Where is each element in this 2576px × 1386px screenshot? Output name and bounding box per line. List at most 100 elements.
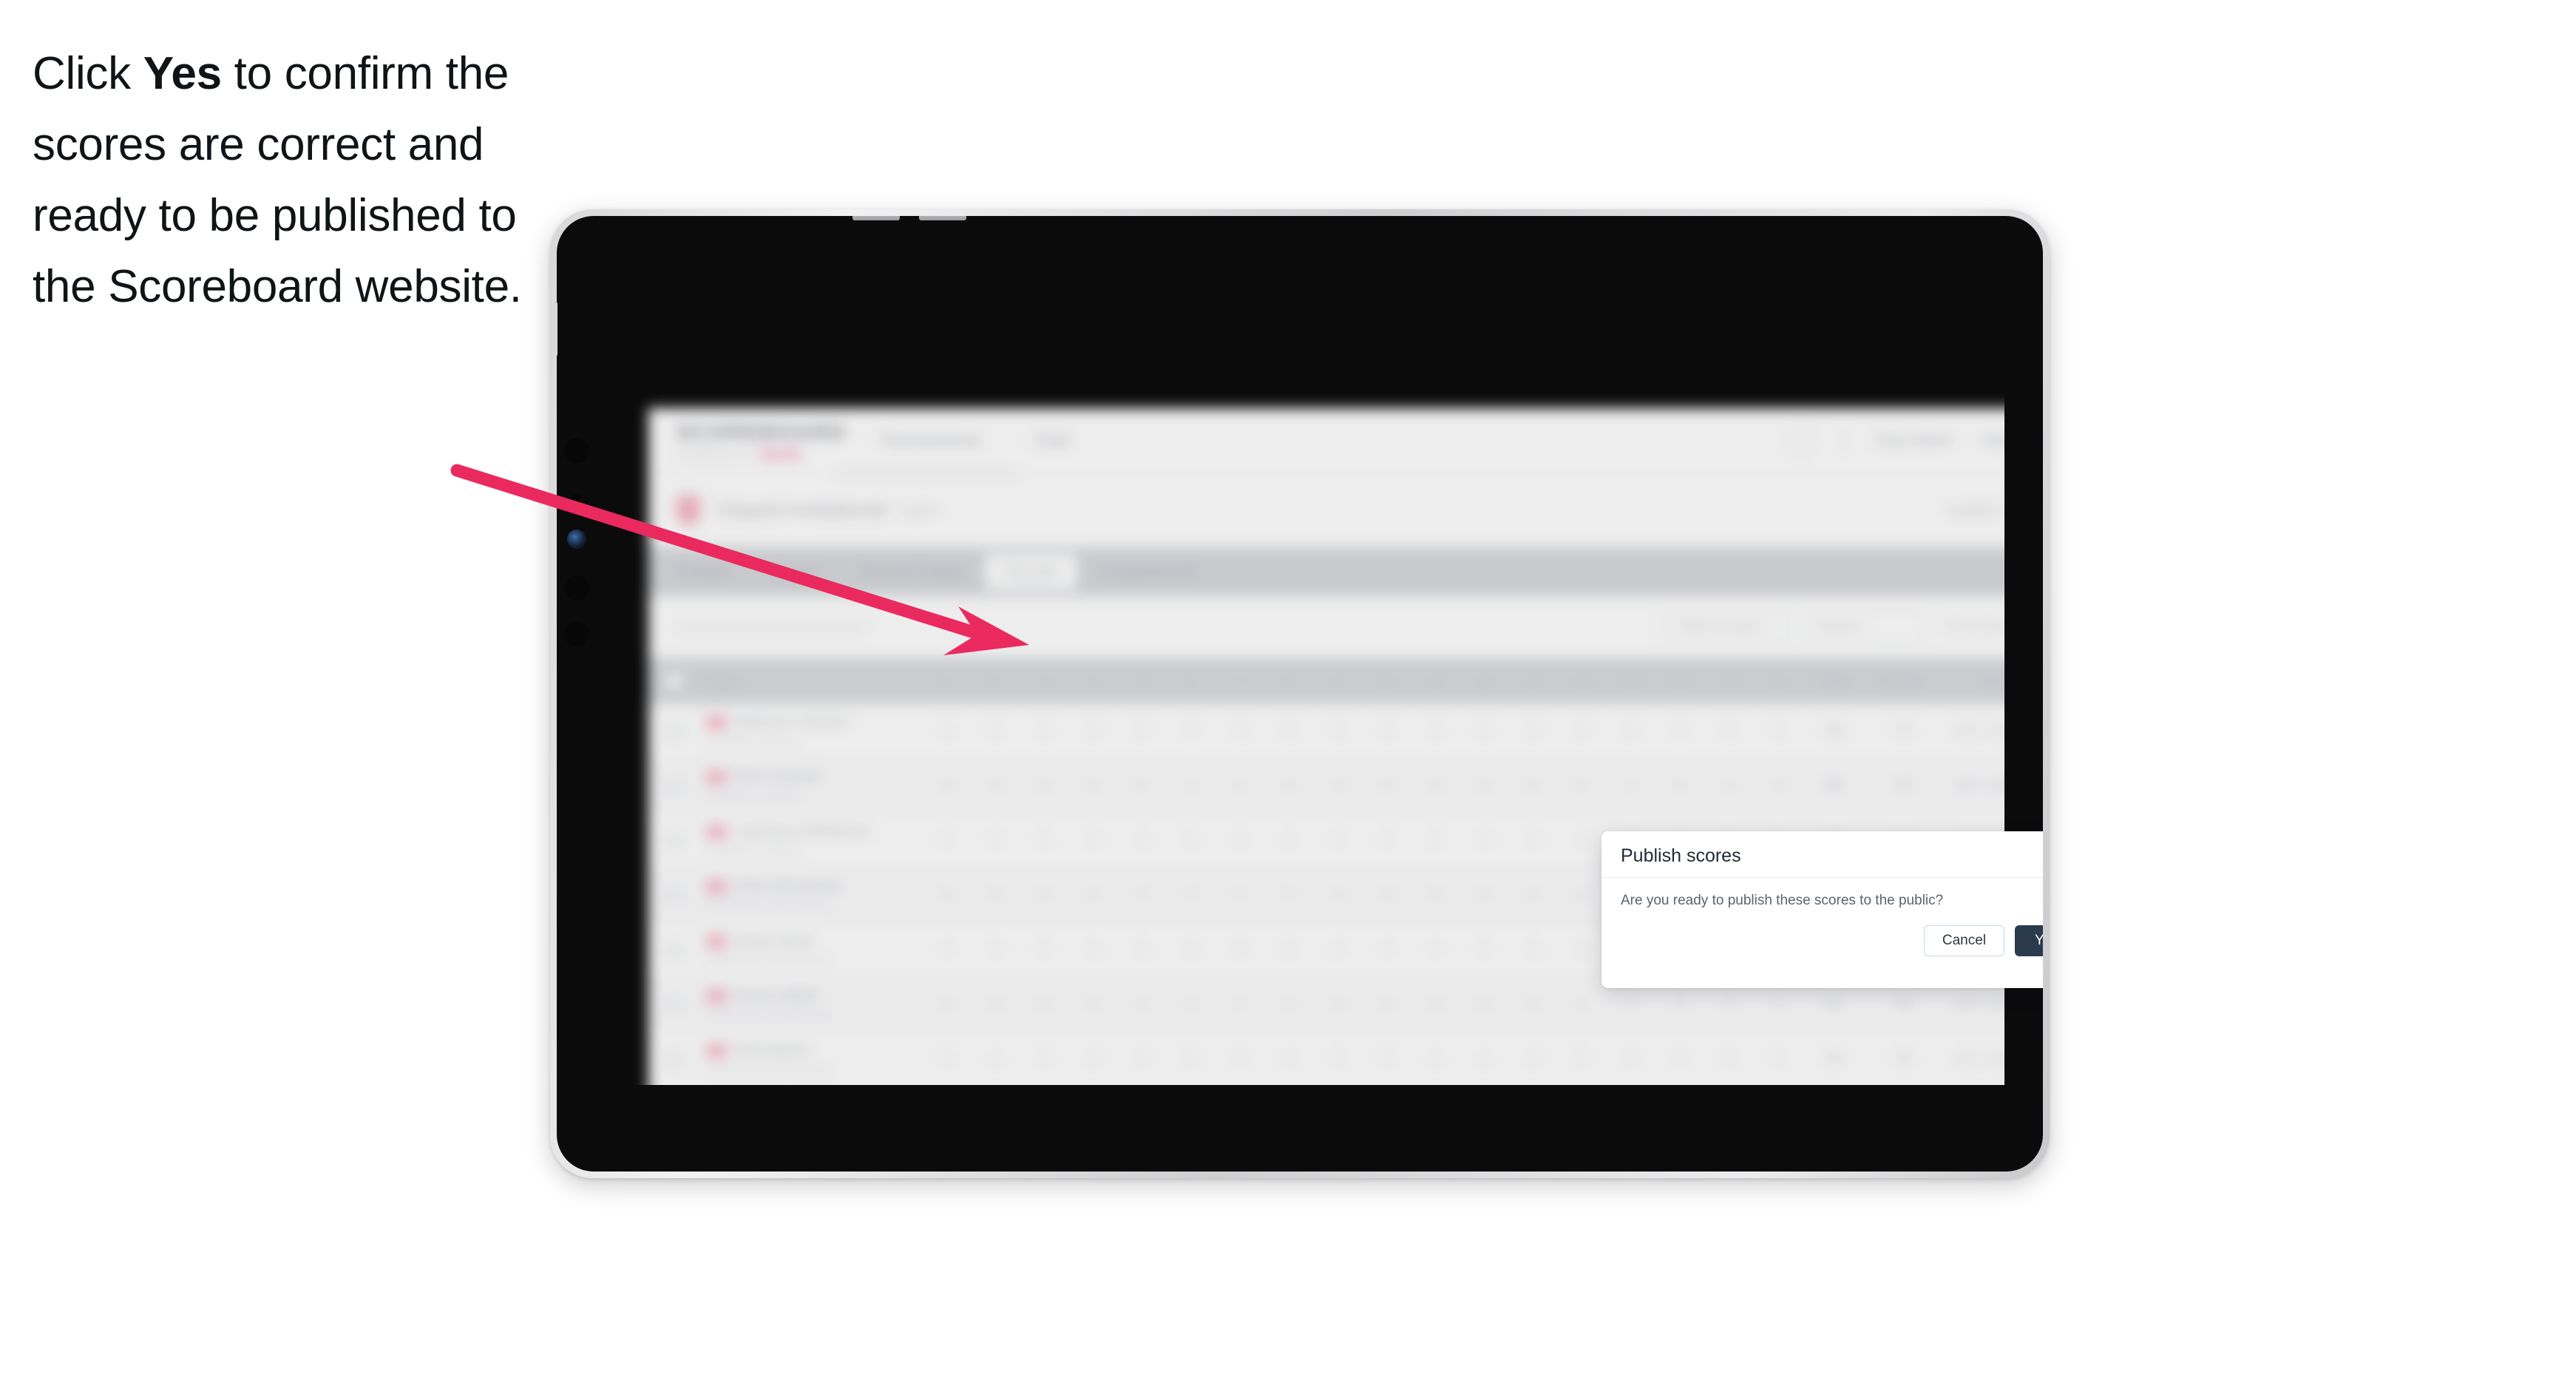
score-cell-hole-7[interactable]: 4	[1216, 997, 1264, 1013]
score-cell-hole-1[interactable]: 5	[922, 1052, 971, 1068]
filter-select[interactable]: Filter by team	[1662, 610, 1787, 644]
score-cell-hole-2[interactable]: 4	[971, 997, 1020, 1013]
score-cell-hole-13[interactable]: 4	[1508, 1052, 1557, 1068]
app-logo[interactable]: SCOREBOARD POWERED BY	[677, 421, 844, 461]
score-cell-hole-11[interactable]: 3	[1411, 833, 1460, 849]
volume-up-button[interactable]	[853, 216, 900, 220]
volume-down-button[interactable]	[919, 216, 966, 220]
publish-scores-dialog[interactable]: Publish scores ✕ Are you ready to publis…	[1601, 831, 2043, 988]
score-cell-hole-2[interactable]: 5	[971, 723, 1020, 740]
score-cell-hole-18[interactable]: 3	[1753, 778, 1802, 794]
score-cell-hole-7[interactable]: 3	[1216, 723, 1264, 740]
nav-item-club[interactable]: Club	[1034, 430, 1070, 451]
score-cell-hole-9[interactable]: 4	[1313, 833, 1362, 849]
score-cell-hole-11[interactable]: 4	[1411, 942, 1460, 959]
score-cell-hole-17[interactable]: 5	[1704, 997, 1753, 1013]
score-cell-hole-1[interactable]: 5	[922, 888, 971, 904]
score-cell-hole-8[interactable]: 5	[1264, 997, 1313, 1013]
row-checkbox[interactable]	[648, 722, 700, 740]
table-row[interactable]: Piers Russell Cheshire Crickets 5 4 4 3 5 4 4 5 3 4…	[648, 759, 2004, 814]
score-cell-hole-7[interactable]: 5	[1216, 942, 1264, 959]
score-cell-hole-17[interactable]: 4	[1704, 778, 1753, 794]
score-cell-hole-12[interactable]: 4	[1460, 833, 1508, 849]
score-cell-hole-13[interactable]: 3	[1508, 942, 1557, 959]
search-input[interactable]: Search	[1803, 610, 1928, 644]
score-cell-hole-3[interactable]: 4	[1020, 997, 1068, 1013]
score-cell-hole-12[interactable]: 4	[1460, 888, 1508, 904]
score-cell-hole-9[interactable]: 4	[1313, 997, 1362, 1013]
score-cell-hole-5[interactable]: 4	[1117, 833, 1166, 849]
score-cell-hole-16[interactable]: 5	[1655, 778, 1704, 794]
score-cell-hole-10[interactable]: 4	[1362, 723, 1411, 740]
score-cell-hole-16[interactable]: 3	[1655, 997, 1704, 1013]
header-menu-label[interactable]: Menu	[1983, 432, 2004, 450]
score-cell-hole-14[interactable]: 4	[1557, 942, 1606, 959]
nav-item-tournaments[interactable]: Tournaments	[879, 430, 982, 451]
score-cell-hole-14[interactable]: 5	[1557, 1052, 1606, 1068]
score-cell-hole-12[interactable]: 4	[1460, 1052, 1508, 1068]
sort-order-control[interactable]: Sort order	[1944, 619, 2004, 635]
score-cell-hole-5[interactable]: 5	[1117, 723, 1166, 740]
score-cell-hole-6[interactable]: 4	[1167, 888, 1216, 904]
score-cell-hole-10[interactable]: 5	[1362, 1052, 1411, 1068]
score-cell-hole-10[interactable]: 5	[1362, 833, 1411, 849]
score-cell-hole-2[interactable]: 3	[971, 942, 1020, 959]
score-cell-hole-17[interactable]: 4	[1704, 1052, 1753, 1068]
score-cell-hole-15[interactable]: 4	[1607, 997, 1655, 1013]
score-cell-hole-8[interactable]: 5	[1264, 778, 1313, 794]
score-cell-hole-1[interactable]: 4	[922, 997, 971, 1013]
score-cell-hole-6[interactable]: 4	[1167, 942, 1216, 959]
tab-details[interactable]: Details	[660, 554, 748, 589]
score-cell-hole-5[interactable]: 4	[1117, 942, 1166, 959]
tab-games-today[interactable]: Games Today	[842, 554, 980, 589]
score-cell-hole-15[interactable]: 4	[1607, 778, 1655, 794]
score-cell-hole-18[interactable]: 4	[1753, 997, 1802, 1013]
score-cell-hole-9[interactable]: 3	[1313, 778, 1362, 794]
score-cell-hole-4[interactable]: 4	[1068, 833, 1117, 849]
score-cell-hole-7[interactable]: 4	[1216, 778, 1264, 794]
score-cell-hole-3[interactable]: 4	[1020, 778, 1068, 794]
score-cell-hole-8[interactable]: 4	[1264, 888, 1313, 904]
score-cell-hole-10[interactable]: 4	[1362, 778, 1411, 794]
score-cell-hole-1[interactable]: 5	[922, 778, 971, 794]
score-cell-hole-5[interactable]: 5	[1117, 778, 1166, 794]
score-cell-hole-14[interactable]: 3	[1557, 778, 1606, 794]
score-cell-hole-14[interactable]: 4	[1557, 833, 1606, 849]
score-cell-hole-10[interactable]: 3	[1362, 997, 1411, 1013]
score-cell-hole-2[interactable]: 4	[971, 1052, 1020, 1068]
row-checkbox[interactable]	[648, 1050, 700, 1069]
score-cell-hole-11[interactable]: 4	[1411, 1052, 1460, 1068]
header-user-name[interactable]: Club Admin	[1874, 432, 1953, 450]
score-cell-hole-9[interactable]: 4	[1313, 888, 1362, 904]
score-cell-hole-10[interactable]: 3	[1362, 888, 1411, 904]
score-cell-hole-3[interactable]: 5	[1020, 833, 1068, 849]
select-all-checkbox[interactable]	[648, 672, 700, 690]
score-cell-hole-7[interactable]: 4	[1216, 1052, 1264, 1068]
score-cell-hole-15[interactable]: 3	[1607, 1052, 1655, 1068]
score-cell-hole-1[interactable]: 4	[922, 942, 971, 959]
score-cell-hole-2[interactable]: 4	[971, 833, 1020, 849]
score-cell-hole-13[interactable]: 4	[1508, 888, 1557, 904]
score-cell-hole-5[interactable]: 3	[1117, 888, 1166, 904]
score-cell-hole-18[interactable]: 4	[1753, 1052, 1802, 1068]
score-cell-hole-6[interactable]: 5	[1167, 833, 1216, 849]
score-cell-hole-5[interactable]: 4	[1117, 1052, 1166, 1068]
score-cell-hole-6[interactable]: 5	[1167, 1052, 1216, 1068]
score-cell-hole-9[interactable]: 3	[1313, 1052, 1362, 1068]
score-cell-hole-11[interactable]: 4	[1411, 778, 1460, 794]
score-cell-hole-14[interactable]: 5	[1557, 888, 1606, 904]
score-cell-hole-3[interactable]: 3	[1020, 1052, 1068, 1068]
score-cell-hole-16[interactable]: 4	[1655, 723, 1704, 740]
cancel-button[interactable]: Cancel	[1923, 925, 2004, 956]
row-checkbox[interactable]	[648, 995, 700, 1014]
row-checkbox[interactable]	[648, 777, 700, 795]
score-cell-hole-12[interactable]: 5	[1460, 942, 1508, 959]
score-cell-hole-16[interactable]: 4	[1655, 1052, 1704, 1068]
score-cell-hole-18[interactable]: 4	[1753, 723, 1802, 740]
score-cell-hole-6[interactable]: 4	[1167, 778, 1216, 794]
score-cell-hole-5[interactable]: 3	[1117, 997, 1166, 1013]
score-cell-hole-3[interactable]: 5	[1020, 942, 1068, 959]
tab-results[interactable]: Results	[984, 554, 1078, 589]
score-cell-hole-8[interactable]: 3	[1264, 942, 1313, 959]
score-cell-hole-3[interactable]: 4	[1020, 888, 1068, 904]
